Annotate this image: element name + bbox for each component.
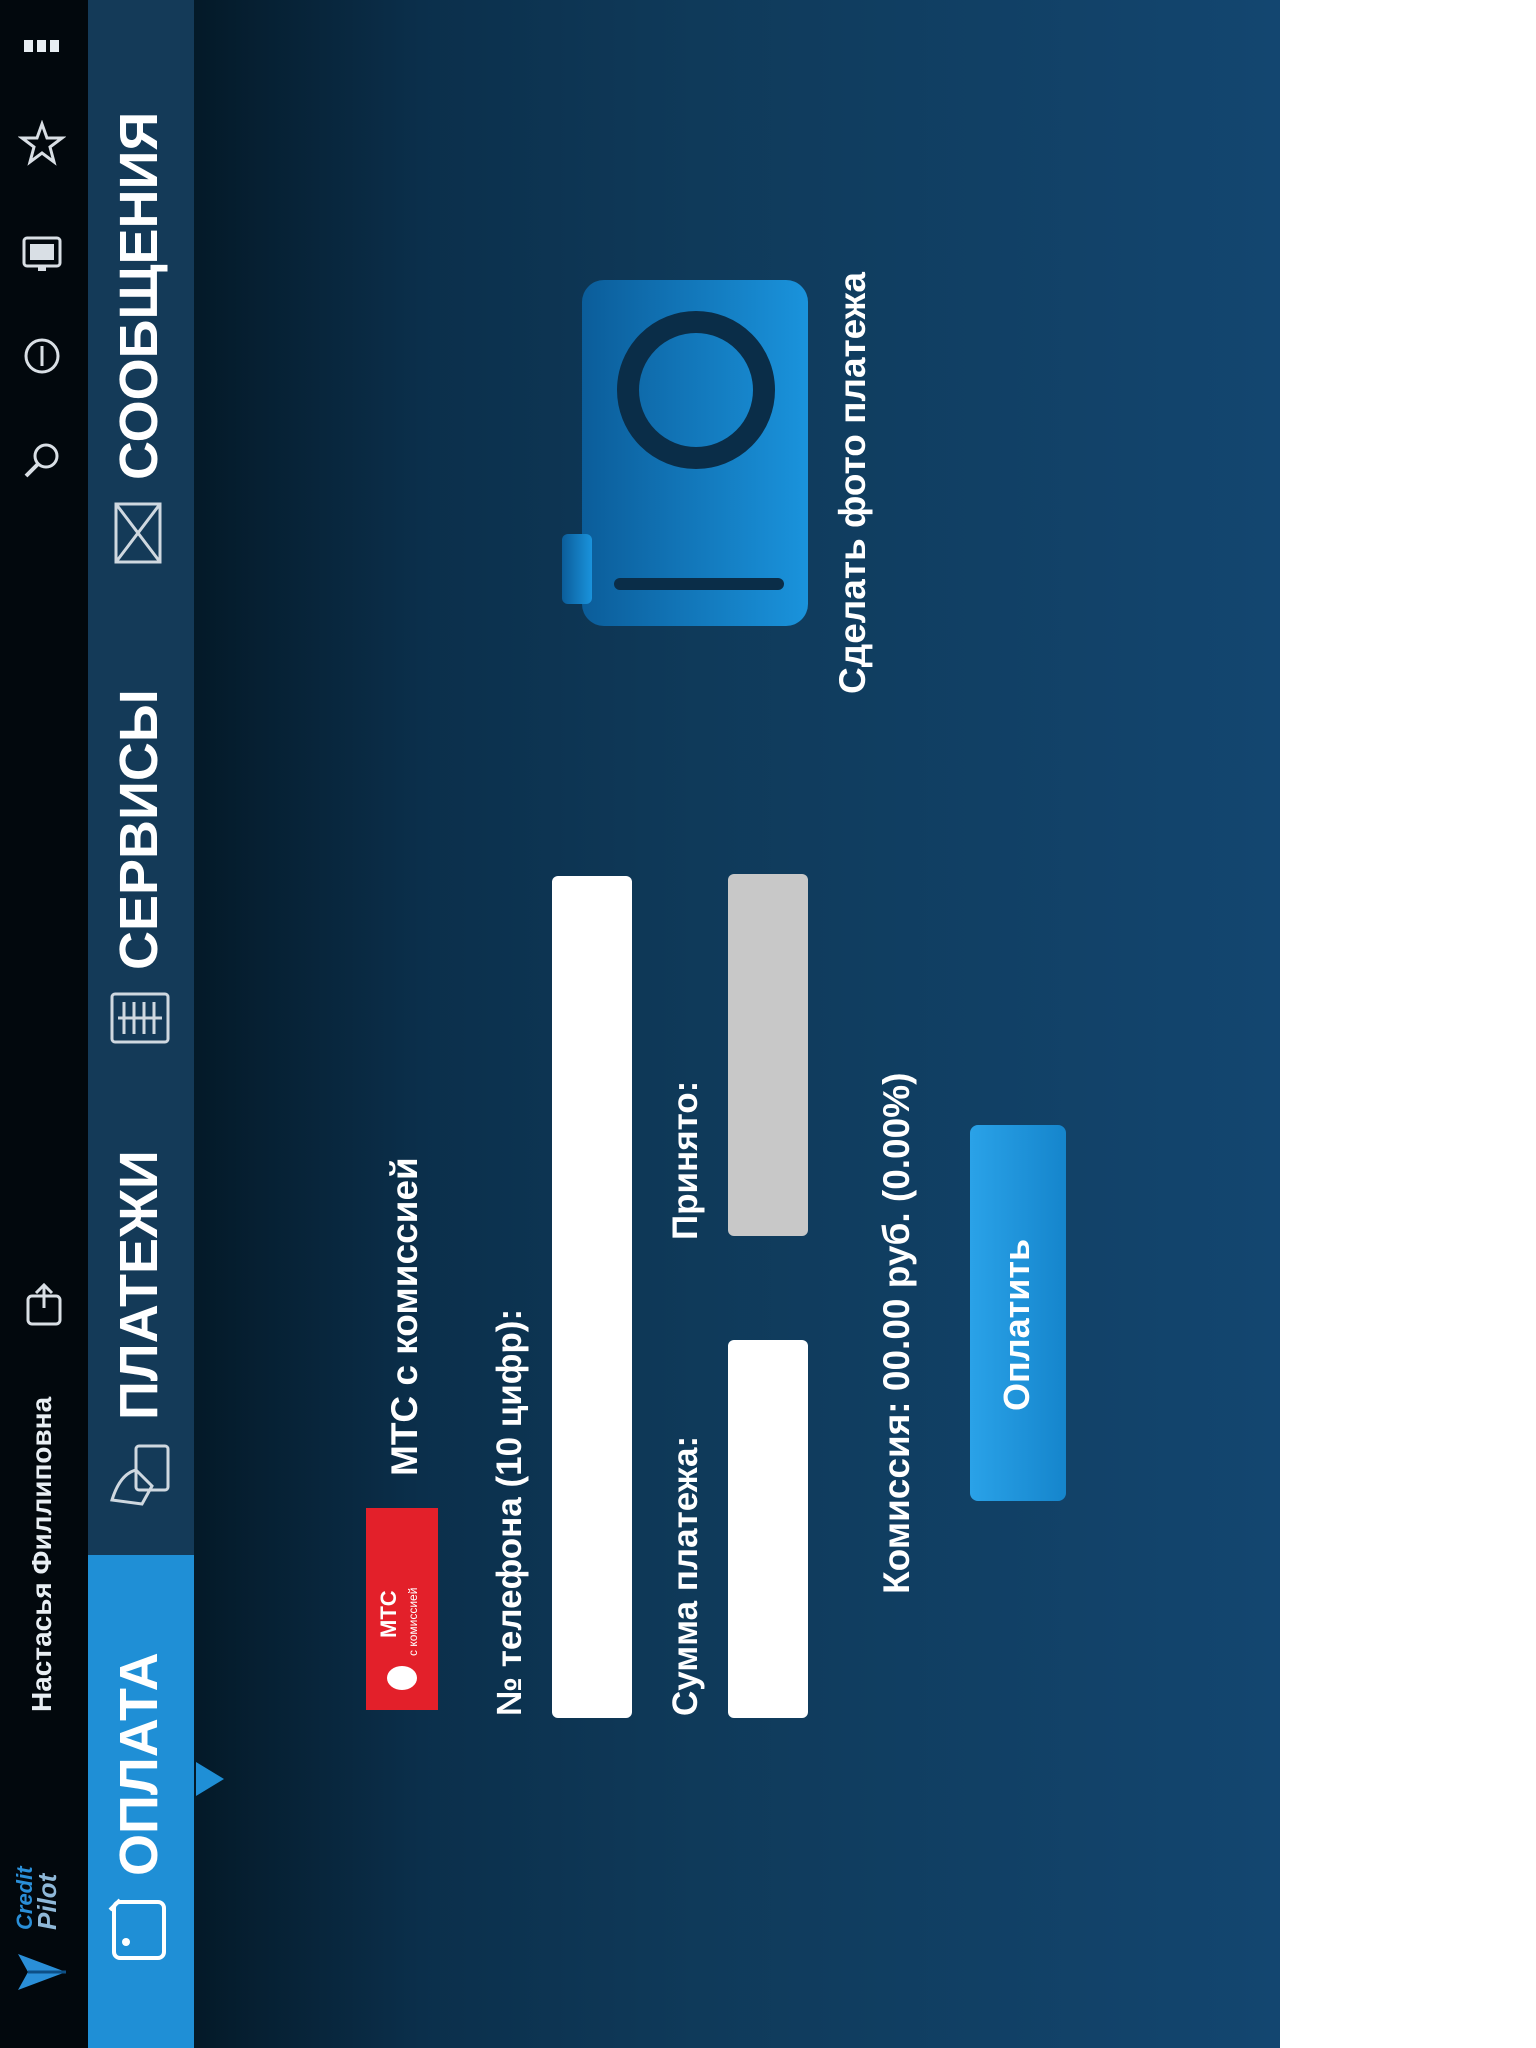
search-icon[interactable]	[20, 438, 64, 482]
active-tab-indicator	[196, 1762, 224, 1796]
share-icon[interactable]	[24, 1282, 64, 1328]
phone-input[interactable]	[552, 876, 632, 1718]
tab-servisy[interactable]: СЕРВИСЫ	[108, 689, 170, 970]
mts-logo-text: МТС	[376, 1590, 401, 1638]
brand-name: Credit Pilot	[12, 1866, 62, 1930]
provider-name: МТС с комиссией	[384, 1157, 425, 1476]
star-icon[interactable]	[18, 120, 66, 168]
amount-label: Сумма платежа:	[666, 1435, 705, 1716]
mts-logo: МТС с комиссией	[366, 1508, 438, 1710]
commission-text: Комиссия: 00.00 руб. (0.00%)	[876, 1072, 917, 1594]
services-grid-icon	[110, 992, 170, 1044]
pay-button-label: Оплатить	[996, 1238, 1037, 1411]
camera-icon[interactable]	[560, 278, 812, 630]
hand-card-icon	[110, 1444, 170, 1506]
more-icon[interactable]	[22, 34, 62, 58]
info-icon[interactable]	[20, 334, 64, 378]
accepted-label: Принято:	[666, 1080, 705, 1240]
envelope-icon	[114, 502, 162, 564]
accepted-field	[728, 874, 808, 1236]
tab-soobshcheniya[interactable]: СООБЩЕНИЯ	[108, 112, 170, 480]
battery-icon	[22, 236, 62, 271]
credit-pilot-logo-icon	[18, 1954, 66, 1990]
status-bar	[0, 0, 88, 2048]
pay-button[interactable]: Оплатить	[970, 1125, 1066, 1501]
amount-input[interactable]	[728, 1340, 808, 1718]
phone-label: № телефона (10 цифр):	[490, 1308, 529, 1716]
mts-logo-subtext: с комиссией	[406, 1587, 420, 1656]
tab-oplata-label: ОПЛАТА	[109, 1652, 169, 1876]
app-screen: Credit Pilot Настасья Филлиповна ОПЛАТА …	[0, 0, 1280, 2048]
tab-platezhi[interactable]: ПЛАТЕЖИ	[108, 1150, 170, 1420]
camera-caption: Сделать фото платежа	[832, 272, 873, 694]
user-name: Настасья Филлиповна	[26, 1396, 57, 1712]
brand-line2: Pilot	[32, 1873, 62, 1930]
wallet-icon	[108, 1898, 166, 1960]
mts-egg-icon	[387, 1666, 417, 1690]
